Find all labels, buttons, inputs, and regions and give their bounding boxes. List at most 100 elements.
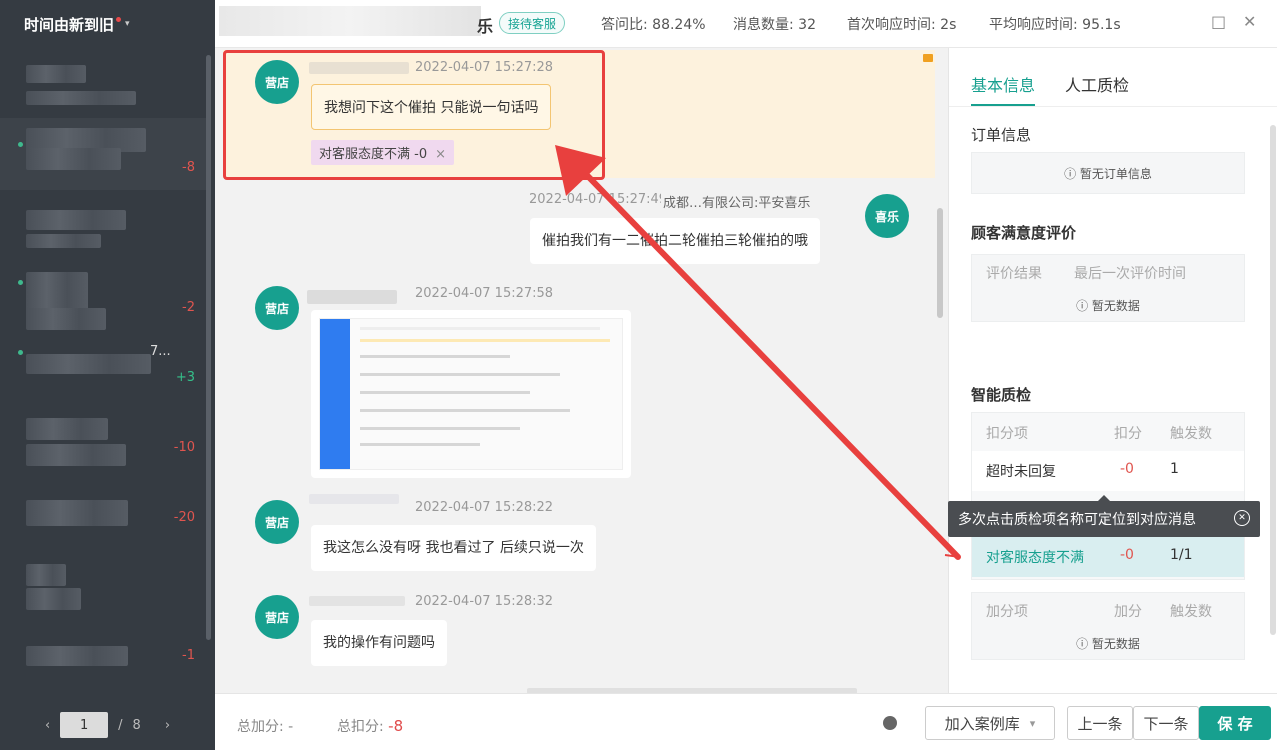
conversation-item[interactable] bbox=[0, 560, 207, 620]
online-dot bbox=[18, 280, 23, 285]
tab-manual-qc[interactable]: 人工质检 bbox=[1065, 72, 1129, 106]
deduct-item-score: -0 bbox=[1120, 461, 1134, 477]
chat-scrollbar[interactable] bbox=[937, 208, 943, 318]
close-icon[interactable]: ✕ bbox=[1234, 510, 1250, 526]
next-button[interactable]: 下一条 bbox=[1133, 706, 1199, 740]
tab-basic-info[interactable]: 基本信息 bbox=[971, 72, 1036, 106]
stat-first-response: 首次响应时间: 2s bbox=[847, 17, 957, 33]
col-add-score: 加分 bbox=[1114, 604, 1142, 620]
conversation-score: -10 bbox=[173, 440, 195, 455]
page-total: 8 bbox=[132, 717, 141, 733]
conversation-score: -2 bbox=[182, 300, 195, 315]
satisfaction-empty: ⓘ 暂无数据 bbox=[1076, 299, 1140, 313]
maximize-icon[interactable]: □ bbox=[1211, 12, 1226, 31]
page-input[interactable]: 1 bbox=[60, 712, 109, 738]
conversation-item[interactable]: 7... +3 bbox=[0, 340, 207, 395]
conversation-item[interactable]: -2 bbox=[0, 268, 207, 338]
thumbnail-line bbox=[360, 373, 560, 376]
annotation-highlight-box bbox=[223, 50, 605, 180]
total-add: 总加分: - bbox=[237, 719, 294, 735]
thumbnail-sidebar bbox=[320, 319, 350, 469]
prev-page-button[interactable]: ‹ bbox=[45, 718, 50, 733]
conversation-score: -8 bbox=[182, 160, 195, 175]
blurred-name bbox=[26, 500, 128, 526]
add-case-dropdown[interactable]: 加入案例库 ▾ bbox=[925, 706, 1055, 740]
blurred-name bbox=[26, 564, 66, 586]
blurred-name bbox=[26, 65, 86, 83]
message-sender: 成都…有限公司:平安喜乐 bbox=[661, 192, 813, 211]
stat-message-count: 消息数量: 32 bbox=[733, 17, 816, 33]
panel-scrollbar[interactable] bbox=[1270, 125, 1276, 635]
sort-dropdown[interactable]: 时间由新到旧 ▾ bbox=[0, 0, 215, 48]
col-rating-result: 评价结果 bbox=[986, 266, 1042, 282]
image-message[interactable] bbox=[311, 310, 631, 478]
bomb-icon[interactable] bbox=[883, 716, 897, 730]
blurred-name bbox=[26, 646, 128, 666]
col-add-trigger-count: 触发数 bbox=[1170, 604, 1212, 620]
deduct-row[interactable]: 超时未回复 -0 1 bbox=[972, 451, 1244, 491]
flag-icon bbox=[923, 54, 933, 62]
col-deduct-score: 扣分 bbox=[1114, 426, 1142, 442]
blurred-shop-name bbox=[219, 6, 481, 36]
close-icon[interactable]: ✕ bbox=[1243, 12, 1256, 31]
total-deduct: 总扣分: -8 bbox=[337, 717, 404, 735]
conversation-score: +3 bbox=[175, 370, 195, 385]
conversation-item[interactable]: -1 bbox=[0, 636, 207, 676]
conversation-score: -1 bbox=[182, 648, 195, 663]
bottom-bar: 总加分: - 总扣分: -8 加入案例库 ▾ 上一条 下一条 保 存 bbox=[215, 693, 1277, 750]
deduct-item-name[interactable]: 对客服态度不满 bbox=[986, 547, 1084, 567]
blurred-sender bbox=[309, 494, 399, 504]
thumbnail-line bbox=[360, 339, 610, 342]
thumbnail-line bbox=[360, 443, 480, 446]
next-page-button[interactable]: › bbox=[165, 718, 170, 733]
prev-button[interactable]: 上一条 bbox=[1067, 706, 1133, 740]
avatar: 营店 bbox=[255, 595, 299, 639]
deduct-item-count: 1/1 bbox=[1170, 547, 1193, 563]
blurred-name bbox=[26, 354, 151, 374]
info-panel: 基本信息 人工质检 订单信息 ⓘ 暂无订单信息 顾客满意度评价 评价结果 最后一… bbox=[948, 48, 1277, 693]
order-panel: ⓘ 暂无订单信息 bbox=[971, 152, 1245, 194]
conversation-item[interactable] bbox=[0, 55, 207, 115]
conversation-item[interactable]: -8 bbox=[0, 118, 207, 190]
tooltip: 多次点击质检项名称可定位到对应消息 ✕ bbox=[948, 495, 1260, 537]
message-time: 2022-04-07 15:27:49 bbox=[529, 192, 668, 207]
satisfaction-title: 顾客满意度评价 bbox=[971, 224, 1077, 242]
conversation-item[interactable] bbox=[0, 200, 207, 260]
sort-label: 时间由新到旧 bbox=[24, 15, 115, 34]
conversation-item[interactable]: -20 bbox=[0, 492, 207, 552]
add-score-table: 加分项 加分 触发数 ⓘ 暂无数据 bbox=[971, 592, 1245, 660]
screenshot-thumbnail bbox=[319, 318, 623, 470]
save-button[interactable]: 保 存 bbox=[1199, 706, 1271, 740]
info-tabs: 基本信息 人工质检 bbox=[971, 72, 1129, 106]
unread-dot bbox=[116, 16, 122, 22]
avatar: 营店 bbox=[255, 286, 299, 330]
blurred-name bbox=[26, 272, 88, 312]
blurred-sender bbox=[307, 290, 397, 304]
deduct-item-name[interactable]: 超时未回复 bbox=[986, 461, 1056, 481]
sidebar-scrollbar[interactable] bbox=[206, 55, 211, 640]
conversation-item[interactable]: -10 bbox=[0, 412, 207, 482]
deduct-item-count: 1 bbox=[1170, 461, 1179, 477]
smart-qc-title: 智能质检 bbox=[971, 386, 1032, 404]
main-area: 乐 接待客服 答问比: 88.24% 消息数量: 32 首次响应时间: 2s 平… bbox=[215, 0, 1277, 750]
tab-divider bbox=[949, 106, 1277, 107]
thumbnail-line bbox=[360, 355, 510, 358]
avatar: 喜乐 bbox=[865, 194, 909, 238]
tooltip-arrow bbox=[1098, 495, 1110, 501]
message-bubble[interactable]: 我的操作有问题吗 bbox=[311, 620, 447, 666]
page-separator: / bbox=[118, 717, 123, 733]
deduct-item-score: -0 bbox=[1120, 547, 1134, 563]
stat-avg-response: 平均响应时间: 95.1s bbox=[989, 17, 1121, 33]
message-bubble[interactable]: 催拍我们有一二催拍二轮催拍三轮催拍的哦 bbox=[530, 218, 820, 264]
avatar: 营店 bbox=[255, 500, 299, 544]
col-add-item: 加分项 bbox=[986, 604, 1028, 620]
online-dot bbox=[18, 142, 23, 147]
blurred-preview bbox=[26, 308, 106, 330]
message-bubble[interactable]: 我这怎么没有呀 我也看过了 后续只说一次 bbox=[311, 525, 596, 571]
chat-messages[interactable]: 营店 2022-04-07 15:27:28 我想问下这个催拍 只能说一句话吗 … bbox=[215, 48, 948, 693]
col-last-rating-time: 最后一次评价时间 bbox=[1074, 266, 1186, 282]
add-score-empty: ⓘ 暂无数据 bbox=[1076, 637, 1140, 651]
chevron-down-icon: ▾ bbox=[1029, 716, 1036, 730]
blurred-preview bbox=[26, 234, 101, 248]
deduct-row-selected[interactable]: 对客服态度不满 -0 1/1 bbox=[972, 537, 1244, 577]
